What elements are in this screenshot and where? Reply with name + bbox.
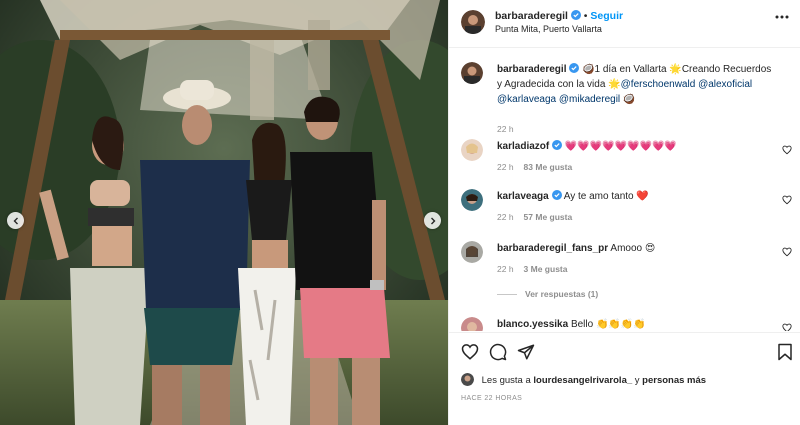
comment-body: Ay te amo tanto ❤️ [563, 191, 649, 202]
comments-list: barbaraderegil 🥥1 día en Vallarta 🌟Crean… [449, 49, 800, 331]
comment-likes[interactable]: 57 Me gusta [524, 212, 573, 222]
comment-body: Amooo 😍 [610, 243, 656, 254]
post-photo[interactable] [0, 0, 448, 425]
bookmark-icon[interactable] [777, 343, 793, 361]
carousel-prev-button[interactable] [7, 212, 24, 229]
comment-username[interactable]: barbaraderegil_fans_pr [497, 243, 608, 254]
verified-badge-icon [569, 63, 580, 73]
comment-body: 💗💗💗💗💗💗💗💗💗 [564, 141, 677, 152]
post-header: barbaraderegil • Seguir Punta Mita, Puer… [449, 0, 800, 48]
chevron-right-icon [430, 217, 435, 224]
comment-likes[interactable]: 83 Me gusta [524, 162, 573, 172]
heart-icon[interactable] [782, 323, 792, 331]
comment-text: blanco.yessika Bello 👏👏👏👏 [497, 317, 777, 331]
commenter-avatar[interactable] [461, 139, 483, 161]
commenter-avatar[interactable] [461, 189, 483, 211]
caption-text: barbaraderegil 🥥1 día en Vallarta 🌟Crean… [497, 62, 777, 107]
caption-avatar[interactable] [461, 62, 483, 84]
carousel-next-button[interactable] [424, 212, 441, 229]
replies-divider [497, 294, 517, 296]
likes-prefix: Les gusta a [481, 375, 531, 386]
comment-username[interactable]: karladiazof [497, 141, 549, 152]
likes-middle: y [634, 375, 640, 386]
caption-suffix: 🥥 [620, 94, 636, 105]
liker-username[interactable]: lourdesangelrivarola_ [533, 375, 632, 386]
post-side-panel: barbaraderegil • Seguir Punta Mita, Puer… [448, 0, 800, 425]
post-timestamp: HACE 22 HORAS [461, 395, 523, 402]
author-avatar[interactable] [461, 10, 485, 34]
caption-time: 22 h [497, 124, 514, 134]
more-options-icon[interactable] [775, 15, 789, 19]
heart-icon[interactable] [461, 343, 479, 361]
share-icon[interactable] [517, 343, 535, 361]
photo-illustration [0, 0, 448, 425]
comment-text: barbaraderegil_fans_pr Amooo 😍 [497, 241, 777, 256]
chevron-left-icon [13, 217, 18, 224]
mention-link[interactable]: @karlaveaga [497, 94, 556, 105]
mention-link[interactable]: @ferschoenwald [621, 79, 696, 90]
comment-text: karladiazof 💗💗💗💗💗💗💗💗💗 [497, 139, 777, 154]
view-replies-label: Ver respuestas (1) [525, 289, 599, 299]
verified-badge-icon [570, 10, 581, 20]
view-replies-button[interactable]: Ver respuestas (1) [497, 289, 598, 299]
comment-time: 22 h [497, 212, 514, 222]
comment-username[interactable]: blanco.yessika [497, 319, 568, 330]
caption-username[interactable]: barbaraderegil [497, 64, 566, 75]
mention-link[interactable]: @alexoficial [698, 79, 752, 90]
heart-icon[interactable] [782, 195, 792, 205]
post-actions: Les gusta a lourdesangelrivarola_ y pers… [449, 332, 800, 425]
comment-icon[interactable] [489, 343, 507, 361]
commenter-avatar[interactable] [461, 241, 483, 263]
comment-likes[interactable]: 3 Me gusta [524, 264, 568, 274]
likes-others-link[interactable]: personas más [642, 375, 706, 386]
liker-avatar[interactable] [461, 373, 474, 386]
verified-badge-icon [552, 140, 563, 150]
heart-icon[interactable] [782, 247, 792, 257]
mention-link[interactable]: @mikaderegil [559, 94, 620, 105]
post-location[interactable]: Punta Mita, Puerto Vallarta [495, 24, 602, 34]
comment-username[interactable]: karlaveaga [497, 191, 549, 202]
author-username[interactable]: barbaraderegil [495, 10, 568, 22]
comment-text: karlaveaga Ay te amo tanto ❤️ [497, 189, 777, 204]
likes-summary: Les gusta a lourdesangelrivarola_ y pers… [461, 373, 706, 386]
comment-time: 22 h [497, 264, 514, 274]
comment-body: Bello 👏👏👏👏 [570, 319, 646, 330]
comment-time: 22 h [497, 162, 514, 172]
header-separator: • [583, 10, 588, 22]
follow-button[interactable]: Seguir [590, 10, 623, 22]
commenter-avatar[interactable] [461, 317, 483, 331]
verified-badge-icon [551, 190, 562, 200]
heart-icon[interactable] [782, 145, 792, 155]
